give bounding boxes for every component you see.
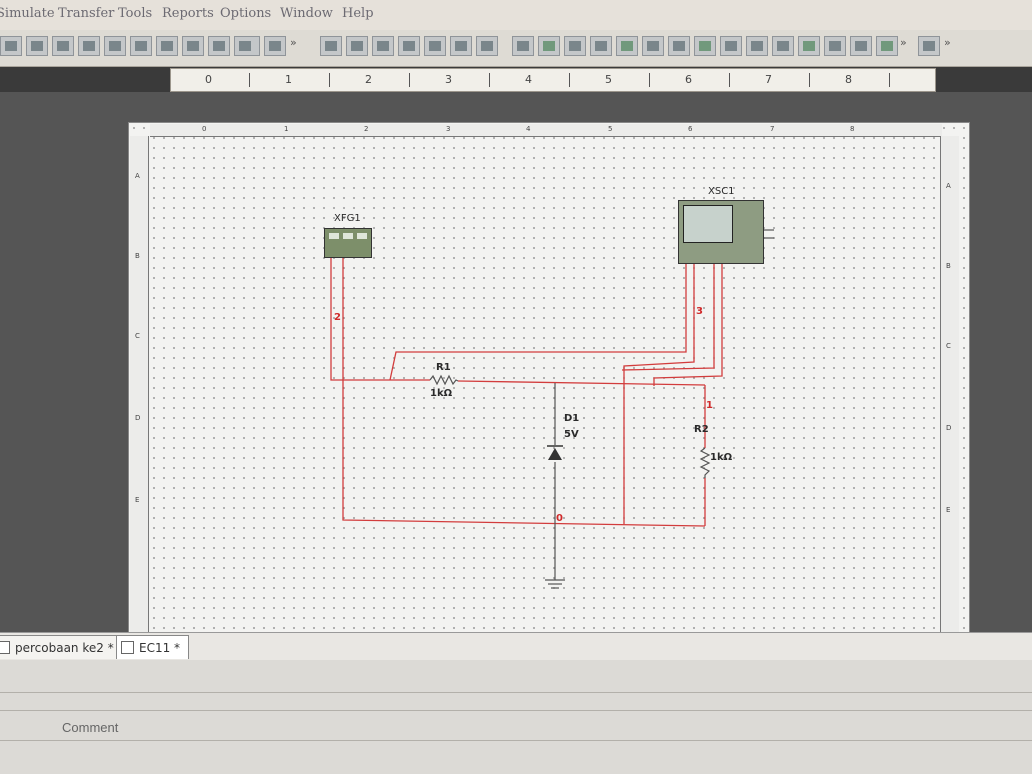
fg-button-triangle-icon <box>343 233 353 239</box>
wire-net-3-b <box>623 258 695 524</box>
oscilloscope-instrument[interactable] <box>678 200 764 264</box>
r2-name-label: R2 <box>694 424 709 435</box>
resistor-r2-icon <box>699 447 711 478</box>
comment-column-header[interactable]: Comment <box>62 720 118 735</box>
wire-ground-return <box>342 258 706 527</box>
fg-button-sine-icon <box>329 233 339 239</box>
r2-value-label: 1kΩ <box>710 452 733 463</box>
wire-channel-b-2 <box>653 258 723 386</box>
wire-r1-right <box>457 380 706 386</box>
xsc1-label: XSC1 <box>708 186 735 197</box>
schematic-file-icon <box>121 641 134 654</box>
design-tabs-bar: percobaan ke2 * EC11 * <box>0 632 1032 661</box>
r1-name-label: R1 <box>436 362 451 373</box>
d1-name-label: D1 <box>564 413 580 424</box>
spreadsheet-divider <box>0 692 1032 693</box>
wire-net-3-a <box>389 258 687 381</box>
net-1-label: 1 <box>706 400 713 411</box>
net-2-label: 2 <box>334 312 341 323</box>
tab-label: percobaan ke2 * <box>15 641 114 655</box>
spreadsheet-view <box>0 660 1032 774</box>
zener-diode-icon <box>548 448 562 460</box>
tab-ec11[interactable]: EC11 * <box>116 635 190 659</box>
net-3-label: 3 <box>696 306 703 317</box>
tab-label: EC11 * <box>139 641 181 655</box>
tab-percobaan-ke2[interactable]: percobaan ke2 * <box>0 635 123 659</box>
oscilloscope-screen <box>683 205 733 243</box>
function-generator-instrument[interactable] <box>324 228 372 258</box>
r1-value-label: 1kΩ <box>430 388 453 399</box>
fg-button-square-icon <box>357 233 367 239</box>
spreadsheet-divider <box>0 710 1032 711</box>
d1-value-label: 5V <box>564 429 579 440</box>
spreadsheet-divider <box>0 740 1032 741</box>
resistor-r1-icon <box>429 374 459 386</box>
schematic-file-icon <box>0 641 10 654</box>
xfg1-label: XFG1 <box>334 213 361 224</box>
net-0-label: 0 <box>556 513 563 524</box>
